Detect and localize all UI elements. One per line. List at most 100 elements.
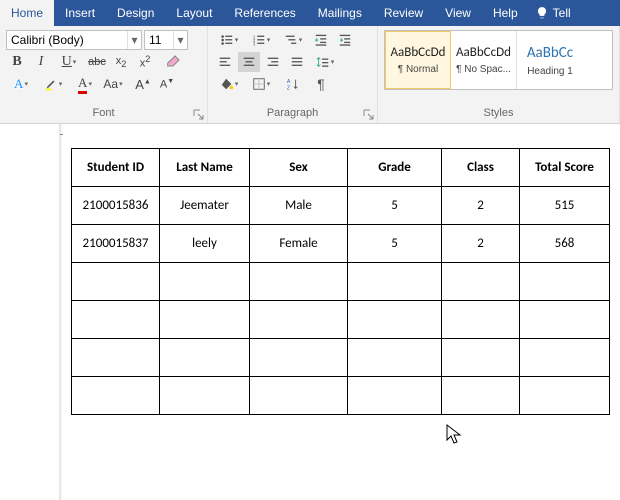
table-cell[interactable] [250, 377, 348, 415]
table-cell[interactable]: 2 [442, 225, 520, 263]
show-marks-button[interactable]: ¶ [310, 74, 332, 94]
tab-view[interactable]: View [434, 0, 482, 26]
table-row[interactable] [72, 377, 610, 415]
table-cell[interactable]: Male [250, 187, 348, 225]
table-row[interactable] [72, 339, 610, 377]
clear-formatting-button[interactable] [162, 52, 184, 72]
font-size-combo[interactable]: 11 ▾ [144, 30, 188, 50]
tab-review[interactable]: Review [373, 0, 434, 26]
ribbon: Calibri (Body) ▾ 11 ▾ B I U▾ abc x2 x2 [0, 26, 620, 124]
table-row[interactable] [72, 263, 610, 301]
table-cell[interactable] [72, 377, 160, 415]
group-paragraph: ▾ 123▾ ▾ ▾ ▾ ▾ AZ ¶ Paragraph [208, 26, 378, 123]
change-case-button[interactable]: Aa▾ [102, 74, 124, 94]
text-effects-button[interactable]: A▾ [6, 74, 36, 94]
table-cell[interactable] [72, 263, 160, 301]
col-grade[interactable]: Grade [348, 149, 442, 187]
table-row[interactable] [72, 301, 610, 339]
bold-button[interactable]: B [6, 52, 28, 72]
table-cell[interactable] [348, 263, 442, 301]
table-cell[interactable] [442, 263, 520, 301]
table-cell[interactable] [520, 263, 610, 301]
subscript-button[interactable]: x2 [110, 52, 132, 72]
table-cell[interactable] [250, 263, 348, 301]
increase-indent-button[interactable] [334, 30, 356, 50]
align-center-button[interactable] [238, 52, 260, 72]
table-cell[interactable]: 5 [348, 187, 442, 225]
table-cell[interactable]: Female [250, 225, 348, 263]
table-row[interactable]: 2100015837leelyFemale52568 [72, 225, 610, 263]
table-row[interactable]: 2100015836JeematerMale52515 [72, 187, 610, 225]
table-cell[interactable] [72, 301, 160, 339]
justify-button[interactable] [286, 52, 308, 72]
table-cell[interactable] [442, 339, 520, 377]
table-cell[interactable] [160, 263, 250, 301]
col-last-name[interactable]: Last Name [160, 149, 250, 187]
group-label-paragraph: Paragraph [214, 105, 371, 121]
table-cell[interactable] [250, 301, 348, 339]
table-cell[interactable]: 2100015837 [72, 225, 160, 263]
style-heading1[interactable]: AaBbCc Heading 1 [517, 31, 583, 89]
group-label-font: Font [6, 105, 201, 121]
col-class[interactable]: Class [442, 149, 520, 187]
table-cell[interactable] [520, 301, 610, 339]
style-normal[interactable]: AaBbCcDd ¶ Normal [385, 31, 451, 89]
table-cell[interactable]: 568 [520, 225, 610, 263]
borders-button[interactable]: ▾ [246, 74, 276, 94]
decrease-indent-button[interactable] [310, 30, 332, 50]
multilevel-list-button[interactable]: ▾ [278, 30, 308, 50]
table-cell[interactable] [442, 301, 520, 339]
table-cell[interactable] [160, 301, 250, 339]
tell-me[interactable]: Tell [529, 0, 577, 26]
shading-button[interactable]: ▾ [214, 74, 244, 94]
tab-help[interactable]: Help [482, 0, 529, 26]
italic-button[interactable]: I [30, 52, 52, 72]
highlighter-icon [44, 77, 58, 91]
sort-button[interactable]: AZ [278, 74, 308, 94]
table-cell[interactable] [160, 339, 250, 377]
highlight-button[interactable]: ▾ [38, 74, 68, 94]
page[interactable]: Student ID Last Name Sex Grade Class Tot… [63, 124, 620, 500]
dialog-launcher-icon[interactable] [363, 109, 375, 121]
tab-home[interactable]: Home [0, 0, 54, 26]
table-cell[interactable] [348, 339, 442, 377]
table-cell[interactable]: Jeemater [160, 187, 250, 225]
table-cell[interactable] [520, 339, 610, 377]
table-cell[interactable] [72, 339, 160, 377]
dialog-launcher-icon[interactable] [193, 109, 205, 121]
tab-mailings[interactable]: Mailings [307, 0, 373, 26]
numbering-button[interactable]: 123▾ [246, 30, 276, 50]
student-table[interactable]: Student ID Last Name Sex Grade Class Tot… [71, 148, 610, 415]
styles-gallery[interactable]: AaBbCcDd ¶ Normal AaBbCcDd ¶ No Spac... … [384, 30, 613, 90]
col-sex[interactable]: Sex [250, 149, 348, 187]
table-cell[interactable]: 2100015836 [72, 187, 160, 225]
strikethrough-button[interactable]: abc [86, 52, 108, 72]
table-cell[interactable] [520, 377, 610, 415]
col-student-id[interactable]: Student ID [72, 149, 160, 187]
superscript-button[interactable]: x2 [134, 52, 156, 72]
line-spacing-button[interactable]: ▾ [310, 52, 340, 72]
table-cell[interactable]: 2 [442, 187, 520, 225]
table-cell[interactable] [250, 339, 348, 377]
style-no-spacing[interactable]: AaBbCcDd ¶ No Spac... [451, 31, 517, 89]
table-cell[interactable]: 515 [520, 187, 610, 225]
shrink-font-button[interactable]: A▼ [156, 74, 178, 94]
table-cell[interactable] [160, 377, 250, 415]
grow-font-button[interactable]: A▲ [132, 74, 154, 94]
underline-button[interactable]: U▾ [54, 52, 84, 72]
table-cell[interactable]: leely [160, 225, 250, 263]
align-right-button[interactable] [262, 52, 284, 72]
tab-layout[interactable]: Layout [165, 0, 223, 26]
table-cell[interactable] [442, 377, 520, 415]
tab-design[interactable]: Design [106, 0, 165, 26]
align-left-button[interactable] [214, 52, 236, 72]
tab-insert[interactable]: Insert [54, 0, 106, 26]
table-cell[interactable] [348, 301, 442, 339]
tab-references[interactable]: References [223, 0, 306, 26]
col-total-score[interactable]: Total Score [520, 149, 610, 187]
table-cell[interactable]: 5 [348, 225, 442, 263]
table-cell[interactable] [348, 377, 442, 415]
font-color-button[interactable]: A▾ [70, 74, 100, 94]
bullets-button[interactable]: ▾ [214, 30, 244, 50]
font-name-combo[interactable]: Calibri (Body) ▾ [6, 30, 142, 50]
